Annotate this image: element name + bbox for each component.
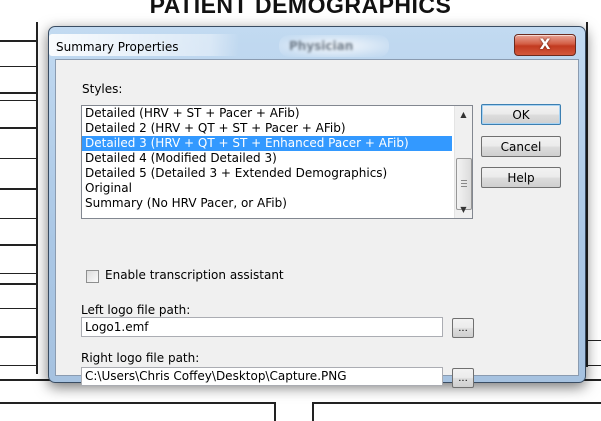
style-list-item[interactable]: Detailed 5 (Detailed 3 + Extended Demogr…: [82, 166, 452, 181]
form-line: [0, 283, 38, 285]
left-logo-path-input[interactable]: Logo1.emf: [81, 317, 443, 337]
summary-properties-dialog: Physician Summary Properties X Styles: D…: [48, 26, 586, 388]
form-box-left: [0, 402, 276, 421]
form-line: [0, 127, 38, 129]
styles-label: Styles:: [82, 82, 123, 96]
form-line: [0, 158, 38, 159]
styles-scrollbar[interactable]: ▲ ▼: [454, 106, 472, 218]
style-list-item[interactable]: Original: [82, 181, 452, 196]
styles-list: Detailed (HRV + ST + Pacer + AFib) Detail…: [82, 106, 452, 211]
dialog-title: Summary Properties: [56, 40, 179, 54]
screen: PATIENT DEMOGRAPHICS Physician Summary P…: [0, 0, 601, 421]
form-line: [0, 66, 38, 67]
style-list-item[interactable]: Summary (No HRV Pacer, or AFib): [82, 196, 452, 211]
form-line: [0, 40, 38, 42]
background-window-title: Physician: [289, 39, 354, 53]
right-logo-browse-button[interactable]: ...: [452, 368, 474, 388]
transcription-assistant-checkbox[interactable]: [86, 270, 99, 283]
scroll-down-arrow-icon[interactable]: ▼: [455, 201, 472, 218]
scroll-up-arrow-icon[interactable]: ▲: [455, 106, 472, 123]
cancel-button[interactable]: Cancel: [481, 136, 561, 157]
ok-button[interactable]: OK: [481, 104, 561, 125]
form-line: [584, 340, 601, 341]
form-line: [0, 188, 38, 190]
left-logo-browse-button[interactable]: ...: [452, 318, 474, 338]
right-logo-path-input[interactable]: C:\Users\Chris Coffey\Desktop\Capture.PN…: [81, 367, 443, 386]
right-logo-label: Right logo file path:: [81, 351, 200, 365]
form-line: [0, 365, 38, 366]
form-line: [0, 100, 38, 101]
grip-line: [461, 186, 467, 187]
document-left-frame: [0, 22, 38, 374]
form-line: [0, 218, 38, 219]
left-logo-label: Left logo file path:: [81, 303, 191, 317]
form-line: [0, 273, 38, 274]
form-line: [0, 308, 38, 309]
document-title: PATIENT DEMOGRAPHICS: [149, 0, 452, 18]
form-line: [0, 336, 38, 338]
transcription-assistant-label[interactable]: Enable transcription assistant: [105, 268, 284, 282]
style-list-item[interactable]: Detailed 2 (HRV + QT + ST + Pacer + AFib…: [82, 121, 452, 136]
style-list-item[interactable]: Detailed (HRV + ST + Pacer + AFib): [82, 106, 452, 121]
style-list-item-selected[interactable]: Detailed 3 (HRV + QT + ST + Enhanced Pac…: [82, 136, 452, 151]
close-button[interactable]: X: [514, 34, 576, 56]
document-right-frame: [586, 22, 601, 367]
form-line: [0, 244, 38, 246]
form-box-right: [312, 402, 601, 421]
styles-listbox[interactable]: Detailed (HRV + ST + Pacer + AFib) Detail…: [81, 105, 473, 219]
form-line: [0, 92, 38, 94]
grip-line: [461, 180, 467, 181]
grip-line: [461, 183, 467, 184]
form-line: [584, 365, 601, 366]
dialog-client-area: Styles: Detailed (HRV + ST + Pacer + AFi…: [55, 59, 579, 388]
close-icon: X: [539, 37, 551, 53]
style-list-item[interactable]: Detailed 4 (Modified Detailed 3): [82, 151, 452, 166]
help-button[interactable]: Help: [481, 167, 561, 188]
